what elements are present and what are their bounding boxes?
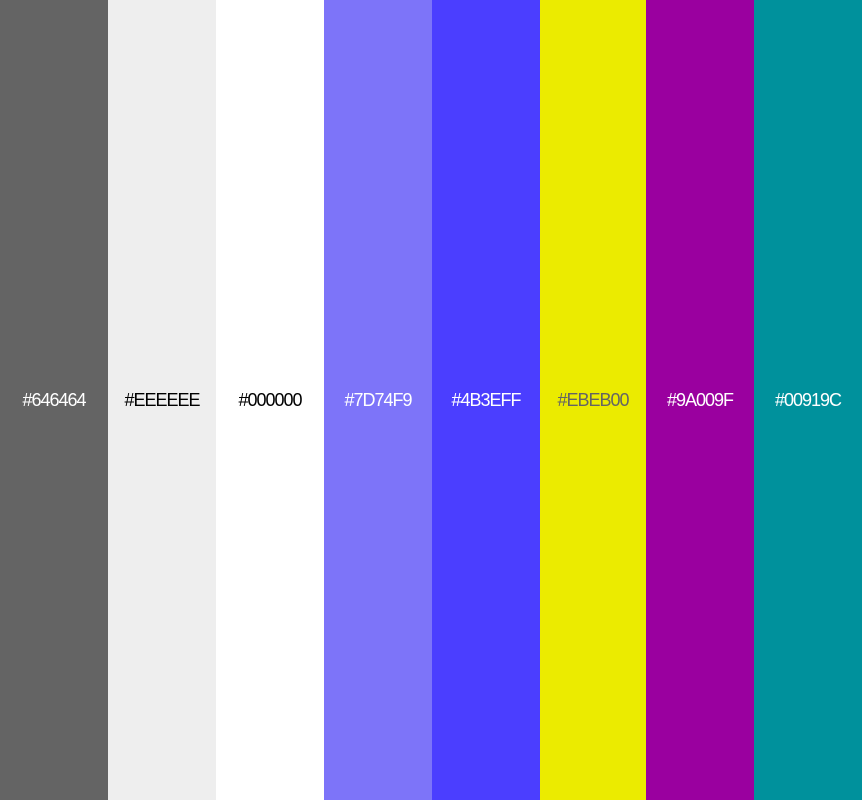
swatch-label: #EEEEEE bbox=[124, 389, 200, 410]
swatch-00919c: #00919C bbox=[754, 0, 862, 800]
swatch-4b3eff: #4B3EFF bbox=[432, 0, 540, 800]
swatch-label: #646464 bbox=[22, 389, 86, 410]
swatch-000000: #000000 bbox=[216, 0, 324, 800]
swatch-label: #EBEB00 bbox=[557, 389, 629, 410]
swatch-label: #4B3EFF bbox=[451, 389, 521, 410]
swatch-label: #000000 bbox=[238, 389, 302, 410]
swatch-7d74f9: #7D74F9 bbox=[324, 0, 432, 800]
swatch-label: #7D74F9 bbox=[344, 389, 412, 410]
swatch-label: #9A009F bbox=[666, 389, 734, 410]
swatch-eeeeee: #EEEEEE bbox=[108, 0, 216, 800]
color-palette: #646464 #EEEEEE #000000 #7D74F9 #4B3EFF … bbox=[0, 0, 862, 800]
swatch-646464: #646464 bbox=[0, 0, 108, 800]
swatch-label: #00919C bbox=[774, 389, 842, 410]
swatch-ebeb00: #EBEB00 bbox=[540, 0, 646, 800]
swatch-9a009f: #9A009F bbox=[646, 0, 754, 800]
